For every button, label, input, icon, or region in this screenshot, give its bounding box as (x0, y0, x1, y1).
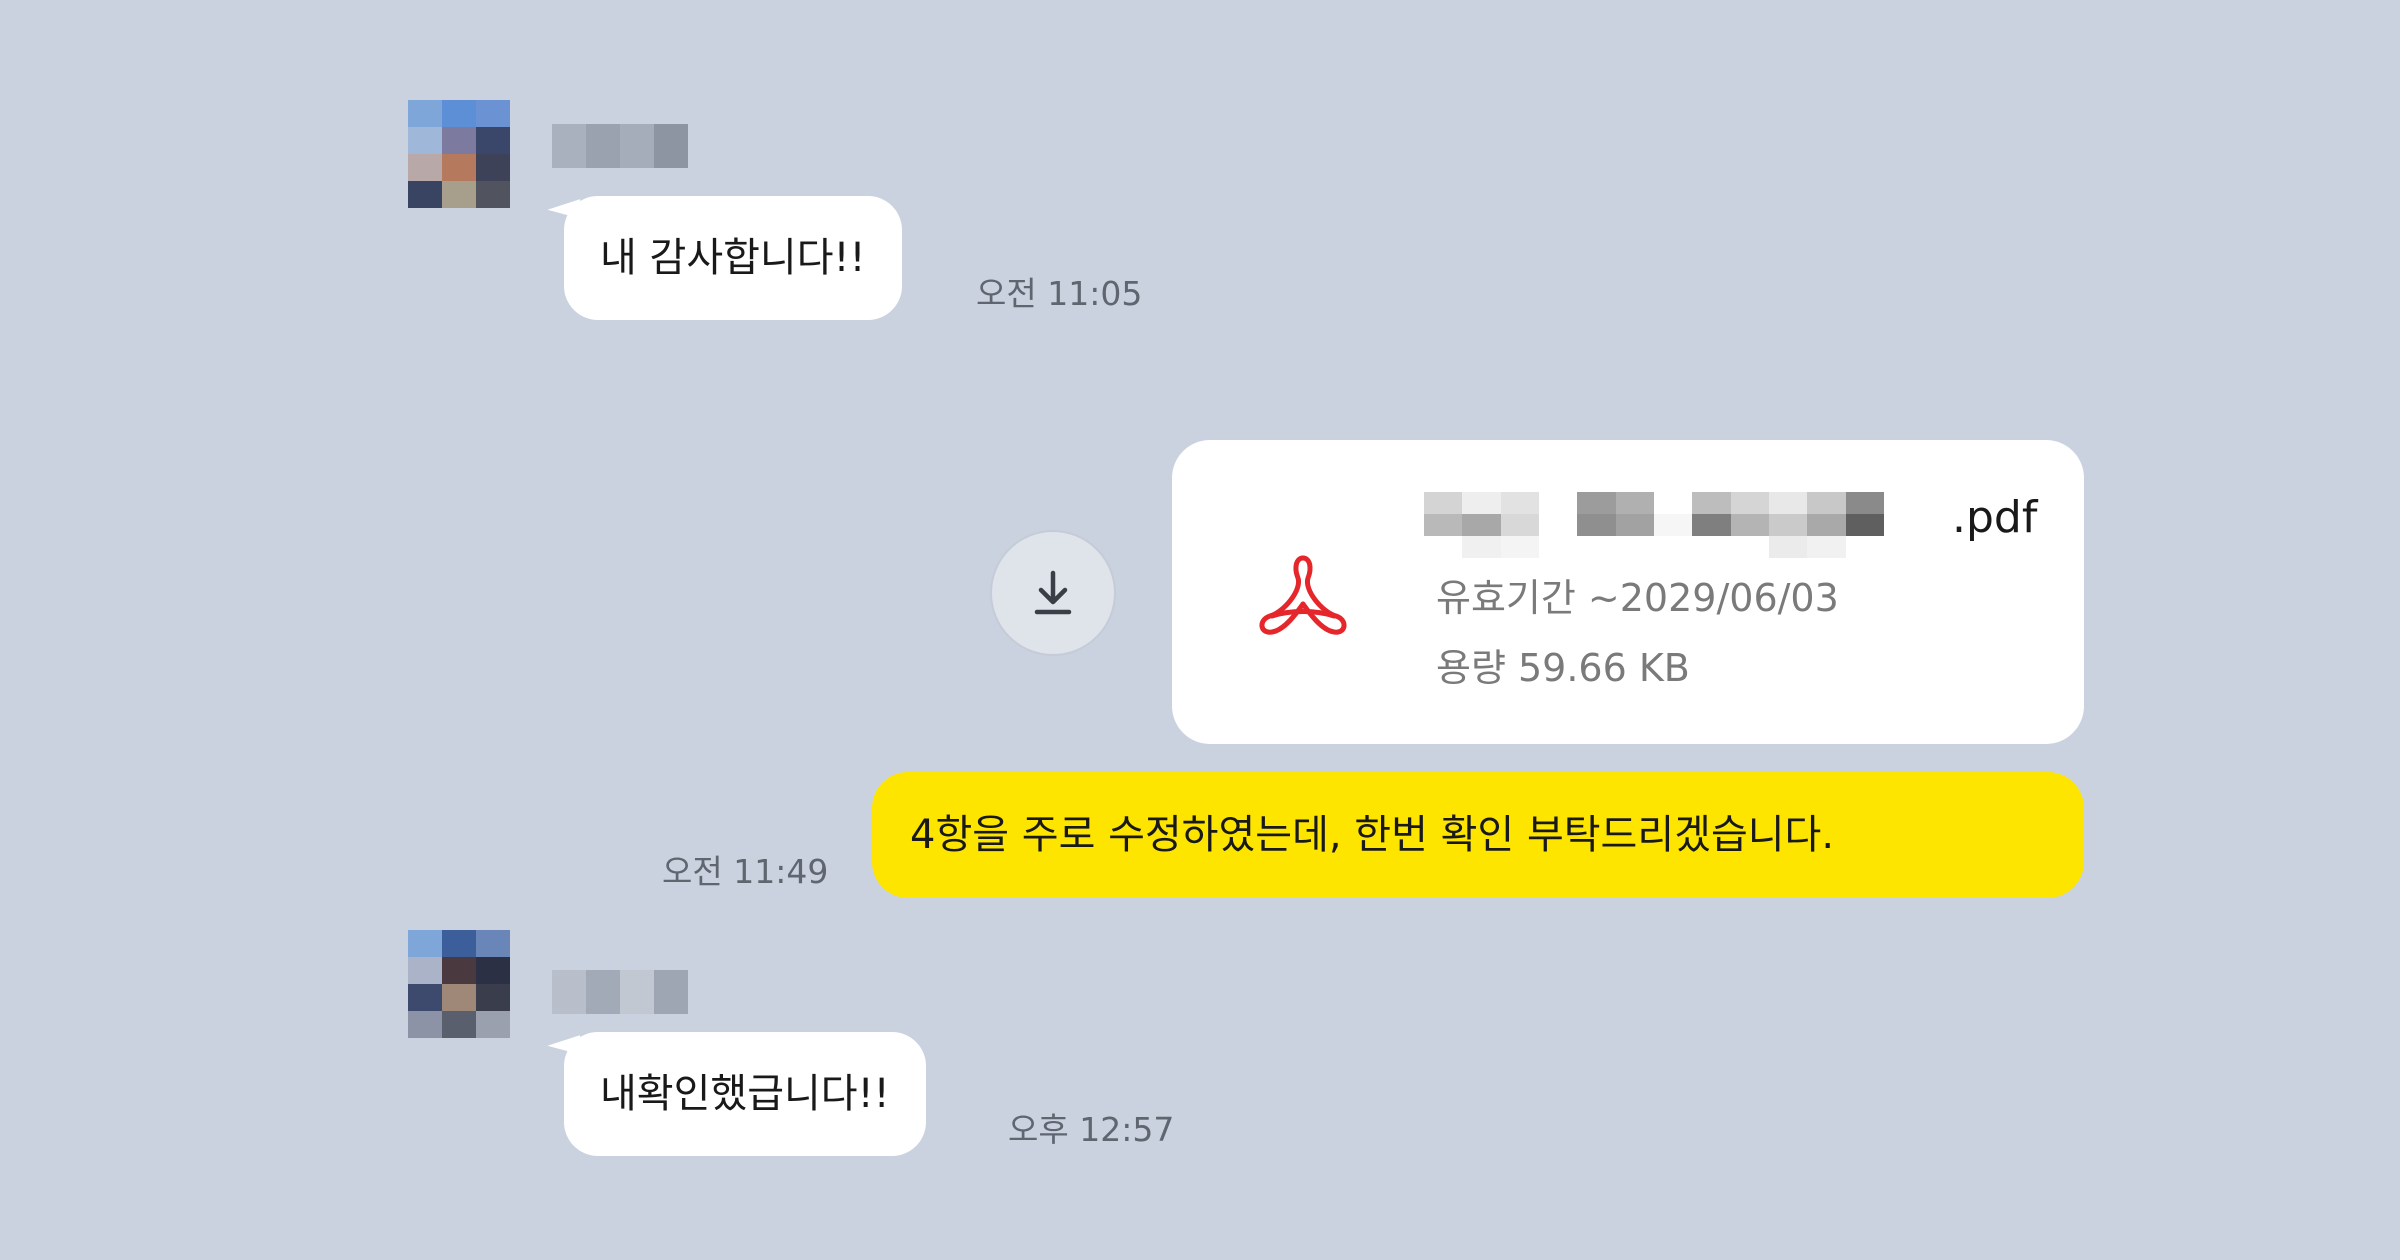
file-size: 용량 59.66 KB (1436, 646, 1690, 690)
message-timestamp: 오후 12:57 (1008, 1110, 1175, 1149)
file-name-blurred (1424, 492, 1884, 558)
download-button[interactable] (990, 530, 1116, 656)
message-timestamp: 오전 11:05 (976, 274, 1143, 313)
message-bubble-incoming[interactable]: 내 감사합니다!! (564, 196, 902, 320)
message-bubble-outgoing[interactable]: 4항을 주로 수정하였는데, 한번 확인 부탁드리겠습니다. (872, 772, 2084, 898)
sender-avatar[interactable] (408, 930, 510, 1038)
pdf-icon (1259, 555, 1347, 635)
sender-name-blurred (552, 124, 688, 168)
sender-avatar[interactable] (408, 100, 510, 208)
file-expiry: 유효기간 ~2029/06/03 (1436, 576, 1839, 620)
chat-room: 내 감사합니다!! 오전 11:05 .pdf 유효기간 ~2029/06/03… (0, 0, 2400, 1260)
message-timestamp: 오전 11:49 (662, 852, 829, 891)
file-extension: .pdf (1952, 492, 2038, 543)
message-bubble-incoming[interactable]: 내확인했급니다!! (564, 1032, 926, 1156)
download-icon (1034, 570, 1072, 615)
sender-name-blurred (552, 970, 688, 1014)
file-attachment-card[interactable]: .pdf 유효기간 ~2029/06/03 용량 59.66 KB (1172, 440, 2084, 744)
